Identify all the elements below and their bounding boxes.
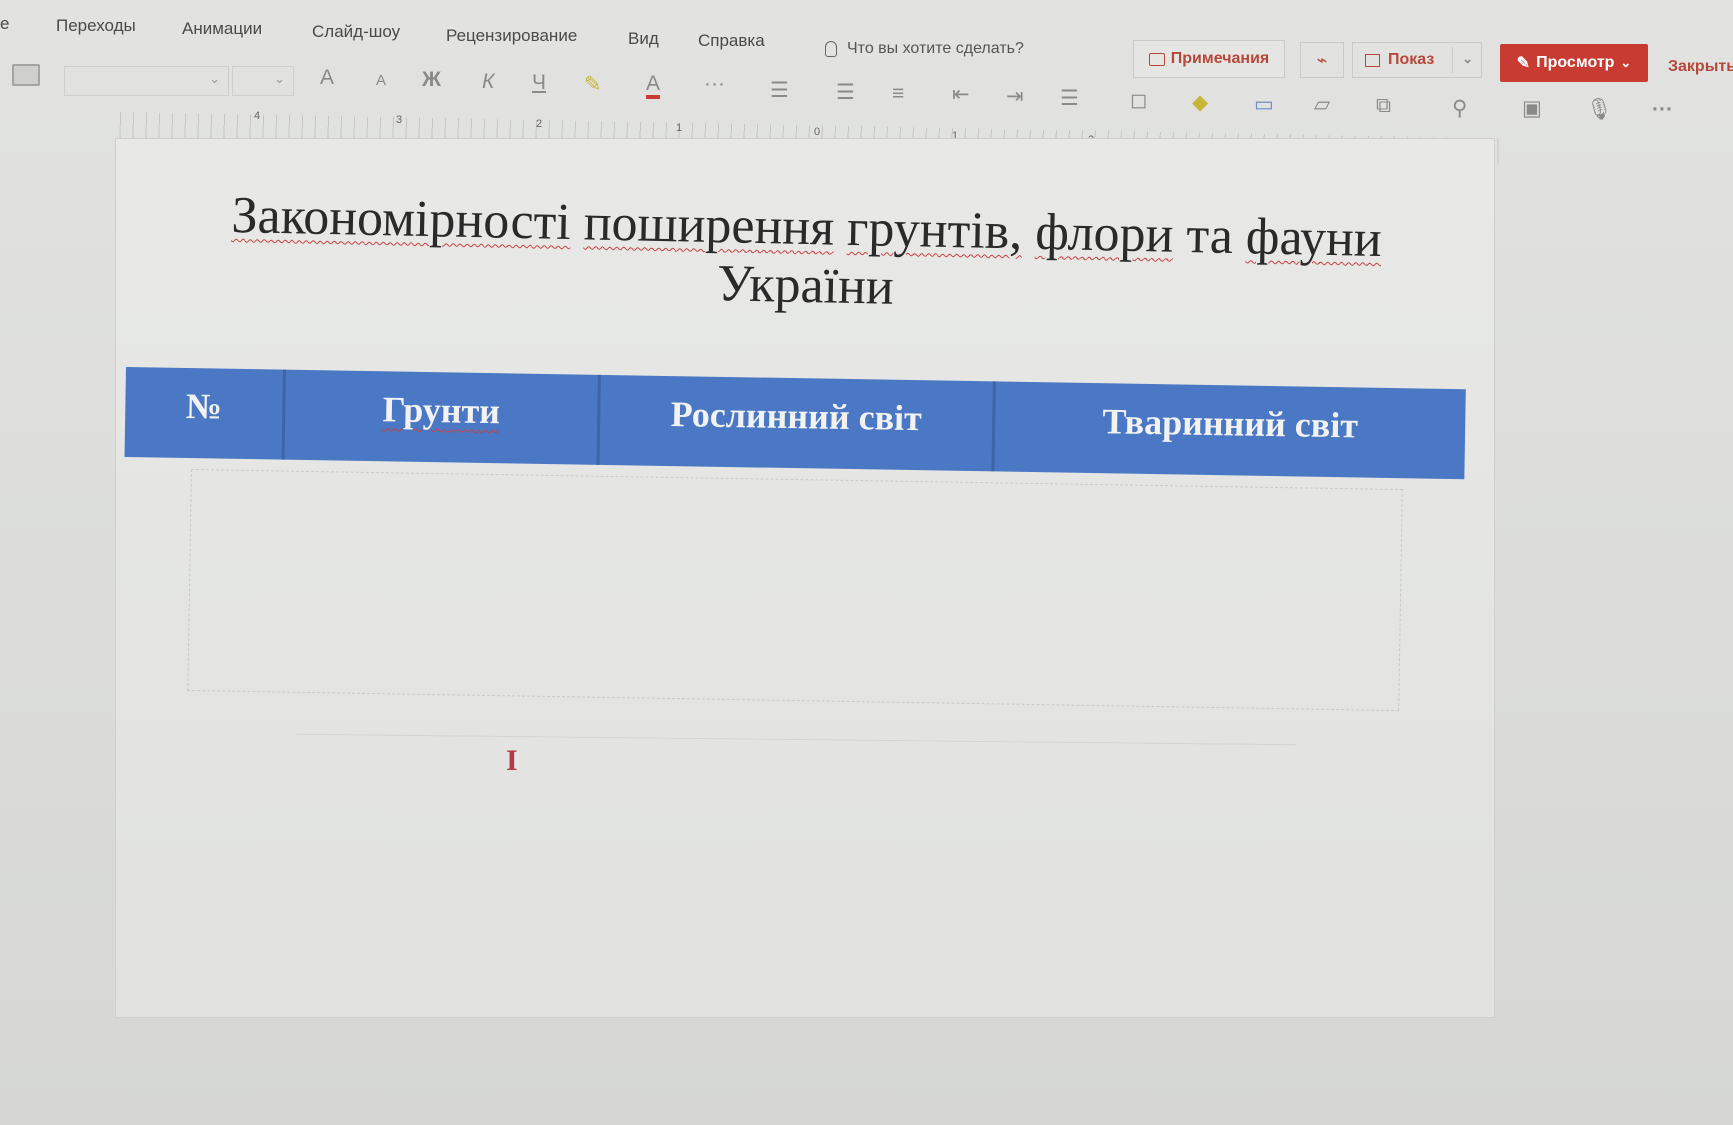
font-size-select[interactable]: ⌄ [232,66,294,96]
tab-transitions[interactable]: Переходы [56,16,136,36]
split-divider [1452,47,1453,73]
more-font-options-icon[interactable]: ··· [704,72,725,96]
close-link[interactable]: Закрыть [1668,58,1733,76]
bullets-icon[interactable]: ☰ [770,78,789,103]
present-label: Показ [1388,51,1435,68]
chevron-down-icon: ⌄ [209,71,220,86]
header-label: Тваринний світ [1102,401,1359,446]
slide-table[interactable]: № Грунти Рослинний світ Тваринний світ [124,367,1466,480]
bold-icon[interactable]: Ж [422,68,441,92]
ruler-label: 0 [814,126,821,138]
view-label: Просмотр [1536,54,1615,71]
header-label: № [185,385,223,427]
search-placeholder: Что вы хотите сделать? [847,40,1024,57]
ruler-label: 1 [676,122,683,134]
presentation-icon [1365,53,1380,67]
search-icon[interactable]: ⚲ [1452,96,1467,121]
numbering-icon[interactable]: ☰ [836,80,855,105]
header-cell-flora[interactable]: Рослинний світ [599,374,996,472]
decrease-indent-icon[interactable]: ⇤ [952,82,970,107]
text-placeholder[interactable] [295,733,1297,786]
ruler-label: 2 [536,118,543,130]
tab-partial[interactable]: е [0,14,9,34]
table-body-area[interactable] [187,469,1403,712]
activity-button[interactable]: ⌁ [1300,42,1344,78]
title-line-2: України [716,255,895,316]
chevron-down-icon: ⌄ [274,71,285,86]
line-spacing-icon[interactable]: ☰ [1060,86,1079,111]
font-color-icon[interactable]: A [646,73,661,99]
overflow-menu-icon[interactable]: ··· [1652,98,1673,122]
increase-font-icon[interactable]: A [320,66,334,90]
title-word: фауни [1245,208,1383,269]
tab-view[interactable]: Вид [628,29,659,49]
italic-icon[interactable]: К [482,70,494,94]
new-slide-icon[interactable] [12,64,40,86]
pencil-icon: ✎ [1516,55,1531,72]
lightbulb-icon [825,41,837,57]
tab-slideshow[interactable]: Слайд-шоу [312,22,400,42]
font-family-select[interactable]: ⌄ [64,66,229,96]
title-word: грунтів, [846,199,1023,261]
slide-title[interactable]: Закономірності поширення грунтів, флори … [185,186,1427,328]
shape-fill-icon[interactable]: ◆ [1192,90,1208,115]
highlighter-icon[interactable]: ✎ [584,72,602,97]
header-cell-number[interactable]: № [124,367,286,460]
ruler-label: 3 [396,114,403,126]
chevron-down-icon: ⌄ [1620,55,1632,70]
tell-me-search[interactable]: Что вы хотите сделать? [825,40,1024,58]
tab-help[interactable]: Справка [698,31,765,51]
align-icon[interactable]: ≡ [892,82,904,106]
chevron-down-icon[interactable]: ⌄ [1462,51,1473,67]
slide-canvas[interactable]: Закономірності поширення грунтів, флори … [115,138,1495,1018]
tab-review[interactable]: Рецензирование [446,26,577,46]
present-button[interactable]: Показ ⌄ [1352,42,1482,78]
title-word: флори [1034,203,1175,264]
microphone-icon[interactable]: 🎙︎ [1586,98,1613,122]
increase-indent-icon[interactable]: ⇥ [1006,84,1024,109]
arrange-icon[interactable]: ⧉ [1376,94,1391,118]
header-cell-soils[interactable]: Грунти [284,369,601,465]
shape-outline-icon[interactable]: ▭ [1254,92,1274,117]
header-label: Рослинний світ [670,394,923,439]
decrease-font-icon[interactable]: A [376,72,386,89]
title-word: Закономірності [230,186,572,252]
title-word: та [1185,206,1234,265]
shapes-icon[interactable]: ◻ [1130,88,1147,113]
text-cursor: I [506,744,518,777]
comments-button[interactable]: Примечания [1133,40,1285,78]
comments-label: Примечания [1170,50,1270,67]
header-label: Грунти [382,389,501,432]
title-word: поширення [583,194,835,257]
activity-icon: ⌁ [1316,49,1328,70]
designer-icon[interactable]: ▣ [1522,96,1542,121]
shape-effects-icon[interactable]: ▱ [1314,92,1330,117]
tab-animations[interactable]: Анимации [182,19,262,39]
menu-bar: е Переходы Анимации Слайд-шоу Рецензиров… [0,0,1733,82]
comment-icon [1148,52,1165,66]
header-cell-fauna[interactable]: Тваринний світ [994,381,1465,479]
powerpoint-online-window: е Переходы Анимации Слайд-шоу Рецензиров… [0,0,1733,1125]
view-mode-button[interactable]: ✎ Просмотр ⌄ [1500,44,1648,82]
ruler-label: 4 [254,110,261,122]
underline-icon[interactable]: Ч [532,71,546,95]
table-header-row: № Грунти Рослинний світ Тваринний світ [124,367,1466,480]
